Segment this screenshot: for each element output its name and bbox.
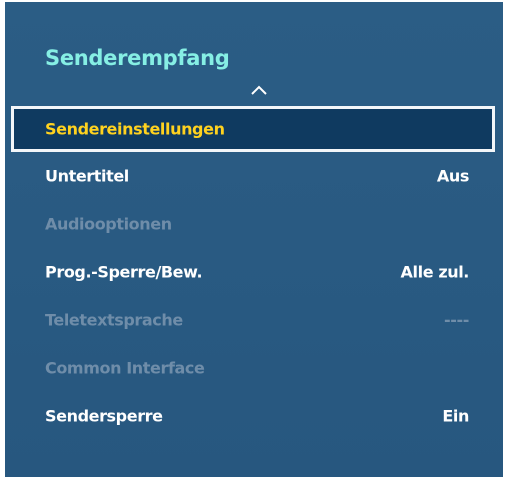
menu-item-sendersperre[interactable]: Sendersperre Ein (5, 392, 503, 440)
menu-item-label: Teletextsprache (45, 310, 183, 330)
menu-item-value: Alle zul. (400, 262, 470, 282)
menu-item-prog-sperre[interactable]: Prog.-Sperre/Bew. Alle zul. (5, 248, 503, 296)
menu-item-audiooptionen: Audiooptionen (5, 200, 503, 248)
menu-item-untertitel[interactable]: Untertitel Aus (5, 152, 503, 200)
menu-item-label: Audiooptionen (45, 214, 172, 234)
menu-item-sendereinstellungen[interactable]: Sendereinstellungen (11, 106, 495, 152)
menu-list: Sendereinstellungen Untertitel Aus Audio… (5, 106, 503, 440)
menu-item-value: Ein (442, 406, 469, 426)
channel-menu-panel: Senderempfang Sendereinstellungen Untert… (5, 2, 503, 477)
menu-item-label: Common Interface (45, 358, 205, 378)
chevron-up-icon[interactable] (251, 84, 267, 96)
menu-item-value: ---- (444, 310, 469, 330)
menu-item-label: Sendereinstellungen (45, 119, 225, 139)
menu-item-label: Untertitel (45, 166, 129, 186)
menu-item-label: Sendersperre (45, 406, 163, 426)
menu-item-label: Prog.-Sperre/Bew. (45, 262, 203, 282)
menu-item-value: Aus (436, 166, 470, 186)
menu-item-teletextsprache: Teletextsprache ---- (5, 296, 503, 344)
panel-title: Senderempfang (45, 46, 230, 70)
menu-item-common-interface: Common Interface (5, 344, 503, 392)
